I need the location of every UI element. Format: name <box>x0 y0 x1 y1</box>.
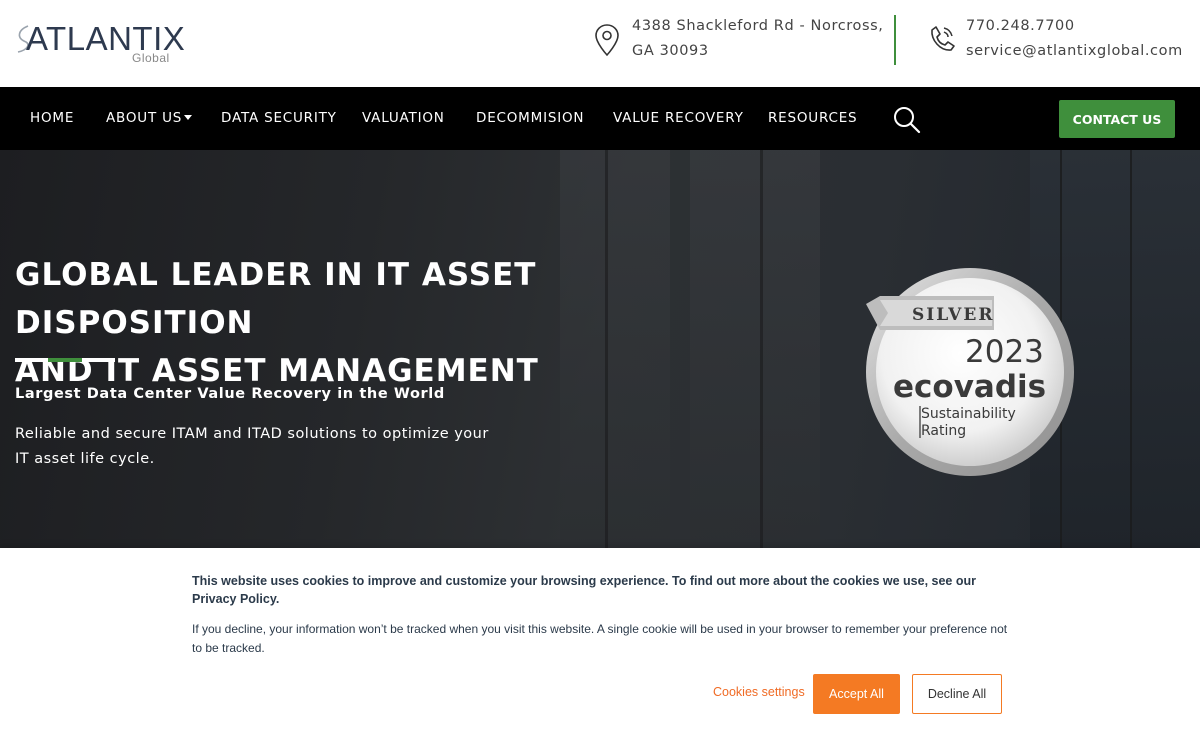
badge-ribbon-text: SILVER <box>912 305 994 325</box>
cookie-main-text: This website uses cookies to improve and… <box>192 574 976 606</box>
cookie-banner: This website uses cookies to improve and… <box>0 548 1200 740</box>
address-line-2: GA 30093 <box>632 43 709 59</box>
phone-email-block: 770.248.7700 service@atlantixglobal.com <box>926 14 1183 64</box>
badge-brand: ecovadis <box>893 369 1046 405</box>
address-block: 4388 Shackleford Rd - Norcross, GA 30093 <box>592 14 884 64</box>
nav-item-data-security[interactable]: DATA SECURITY <box>221 110 337 126</box>
hero-accent-bar-green <box>48 358 82 362</box>
phone-link[interactable]: 770.248.7700 <box>966 14 1183 39</box>
header-divider <box>894 15 896 65</box>
map-pin-icon <box>595 24 619 57</box>
badge-year: 2023 <box>965 334 1044 370</box>
ecovadis-badge: SILVER 2023 ecovadis Sustainability Rati… <box>866 268 1074 476</box>
badge-line-2: Rating <box>921 423 966 439</box>
phone-icon <box>931 26 955 51</box>
main-nav: HOME ABOUT US DATA SECURITY VALUATION DE… <box>0 87 1200 150</box>
nav-item-valuation[interactable]: VALUATION <box>362 110 445 126</box>
accept-all-button[interactable]: Accept All <box>813 674 900 714</box>
decline-all-button[interactable]: Decline All <box>912 674 1002 714</box>
cookie-settings-link[interactable]: Cookies settings <box>713 685 805 699</box>
nav-item-home[interactable]: HOME <box>30 110 74 126</box>
cookie-note-text: If you decline, your information won’t b… <box>192 622 1008 655</box>
nav-item-about-us[interactable]: ABOUT US <box>106 110 193 126</box>
email-link[interactable]: service@atlantixglobal.com <box>966 39 1183 64</box>
search-icon[interactable] <box>892 105 922 135</box>
hero-title: GLOBAL LEADER IN IT ASSET DISPOSITION AN… <box>15 251 735 395</box>
badge-line-1: Sustainability <box>921 406 1016 422</box>
site-header: ATLANTIX Global 4388 Shackleford Rd - No… <box>0 0 1200 87</box>
contact-us-button[interactable]: CONTACT US <box>1059 100 1175 138</box>
address-line-1: 4388 Shackleford Rd - Norcross, <box>632 18 884 34</box>
rack-divider <box>1130 150 1132 550</box>
nav-item-resources[interactable]: RESOURCES <box>768 110 857 126</box>
hero-subtitle: Largest Data Center Value Recovery in th… <box>15 386 445 402</box>
site-logo[interactable]: ATLANTIX Global <box>14 20 185 66</box>
nav-item-about-us-label: ABOUT US <box>106 110 183 126</box>
hero-title-line-1: GLOBAL LEADER IN IT ASSET DISPOSITION <box>15 257 537 341</box>
nav-item-decommision[interactable]: DECOMMISION <box>476 110 584 126</box>
hero-accent-bar-white <box>15 358 48 362</box>
rack-divider <box>760 150 763 550</box>
nav-item-value-recovery[interactable]: VALUE RECOVERY <box>613 110 744 126</box>
hero-accent-bar-white <box>82 358 115 362</box>
caret-down-icon <box>184 114 193 120</box>
logo-subtext: Global <box>132 51 170 65</box>
hero-section: GLOBAL LEADER IN IT ASSET DISPOSITION AN… <box>0 150 1200 550</box>
hero-description: Reliable and secure ITAM and ITAD soluti… <box>15 426 489 467</box>
